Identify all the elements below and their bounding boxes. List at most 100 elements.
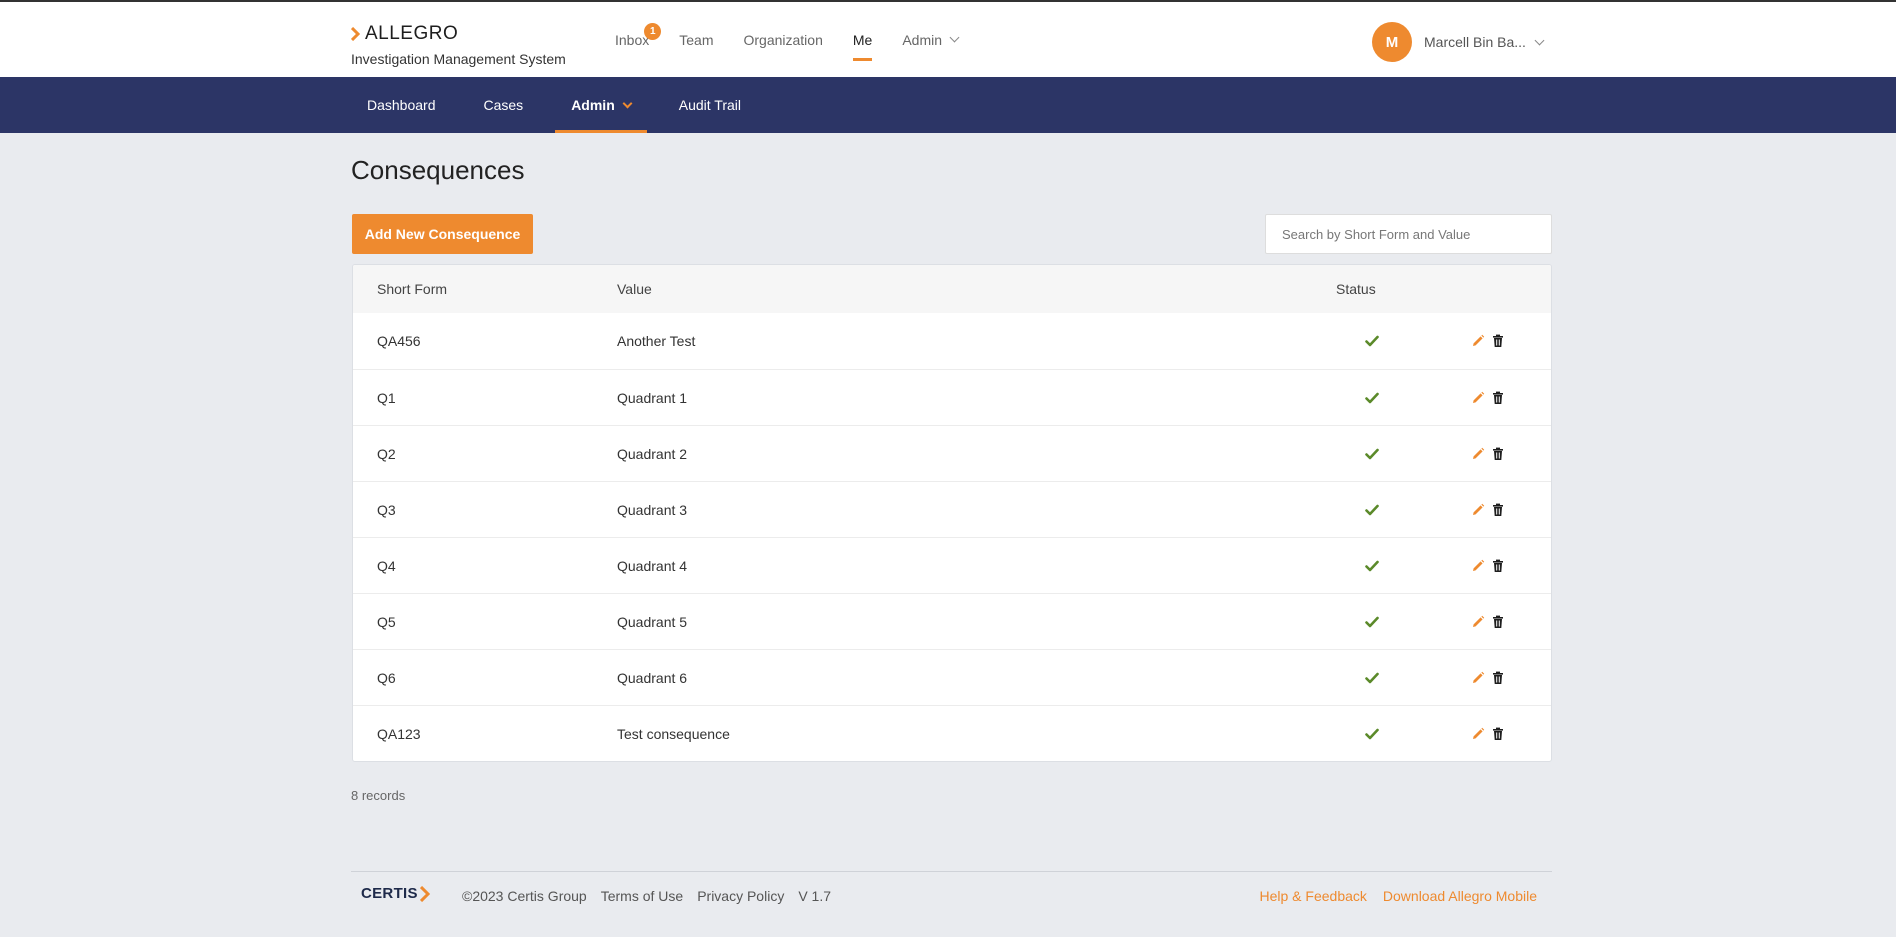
row-actions [1471,426,1505,482]
trash-icon[interactable] [1491,559,1505,573]
row-actions [1471,538,1505,594]
cell-short-form: Q2 [377,446,396,462]
consequences-table: Short Form Value Status QA456 Another Tes… [352,264,1552,762]
topnav-team[interactable]: Team [664,2,728,77]
trash-icon[interactable] [1491,334,1505,348]
table-row[interactable]: Q6 Quadrant 6 [353,649,1551,705]
pencil-icon[interactable] [1471,503,1485,517]
cell-value: Quadrant 5 [617,614,688,630]
app-subtitle: Investigation Management System [351,51,566,67]
check-icon [1365,313,1379,369]
topnav-admin-label: Admin [902,31,943,48]
cell-short-form: QA123 [377,726,421,742]
check-icon [1365,426,1379,482]
cell-short-form: Q4 [377,558,396,574]
chevron-down-icon [1534,35,1545,45]
topnav-inbox[interactable]: Inbox 1 [600,2,664,77]
subnav-audit-trail[interactable]: Audit Trail [663,77,757,133]
terms-of-use-link[interactable]: Terms of Use [601,888,683,904]
footer-divider [351,871,1552,872]
row-actions [1471,313,1505,369]
table-body: QA456 Another Test Q1 Quadrant 1 Q2 Quadrant … [353,313,1551,761]
logo-chevron-icon [351,27,361,41]
footer-links: ©2023 Certis Group Terms of Use Privacy … [462,888,831,904]
topnav-team-label: Team [679,31,714,48]
cell-value: Quadrant 1 [617,390,688,406]
table-row[interactable]: QA456 Another Test [353,313,1551,369]
top-bar: ALLEGRO Investigation Management System … [0,0,1896,77]
user-name: Marcell Bin Ba... [1424,34,1526,50]
avatar: M [1372,22,1412,62]
certis-logo-text: CERTIS [361,885,418,902]
cell-short-form: Q6 [377,670,396,686]
cell-short-form: Q3 [377,502,396,518]
trash-icon[interactable] [1491,615,1505,629]
subnav-dashboard-label: Dashboard [367,97,436,113]
header-value: Value [617,281,652,297]
footer-actions: Help & Feedback Download Allegro Mobile [1260,888,1538,904]
table-row[interactable]: Q4 Quadrant 4 [353,537,1551,593]
user-menu[interactable]: M Marcell Bin Ba... [1372,22,1545,62]
download-mobile-link[interactable]: Download Allegro Mobile [1383,888,1537,904]
footer-copyright: ©2023 Certis Group [462,888,587,904]
subnav-admin[interactable]: Admin [555,77,647,133]
topnav-organization[interactable]: Organization [728,2,837,77]
inbox-count-badge: 1 [644,23,662,40]
table-row[interactable]: QA123 Test consequence [353,705,1551,761]
row-actions [1471,706,1505,761]
page-title: Consequences [351,155,525,185]
pencil-icon[interactable] [1471,559,1485,573]
table-row[interactable]: Q5 Quadrant 5 [353,593,1551,649]
help-feedback-link[interactable]: Help & Feedback [1260,888,1367,904]
pencil-icon[interactable] [1471,727,1485,741]
cell-value: Quadrant 2 [617,446,688,462]
cell-short-form: QA456 [377,333,421,349]
search-input[interactable] [1265,214,1552,254]
add-new-consequence-button[interactable]: Add New Consequence [352,214,533,254]
topnav-me[interactable]: Me [838,2,887,77]
subnav-dashboard[interactable]: Dashboard [351,77,452,133]
header-short-form: Short Form [377,281,448,297]
chevron-down-icon [622,98,633,108]
subnav-cases-label: Cases [483,97,524,113]
cell-value: Another Test [617,333,696,349]
header-status: Status [1336,281,1376,297]
row-actions [1471,650,1505,706]
footer-version: V 1.7 [798,888,832,904]
subnav-admin-label: Admin [571,97,615,113]
table-row[interactable]: Q1 Quadrant 1 [353,369,1551,425]
check-icon [1365,370,1379,426]
topnav-organization-label: Organization [743,31,823,48]
table-row[interactable]: Q2 Quadrant 2 [353,425,1551,481]
trash-icon[interactable] [1491,727,1505,741]
subnav-cases[interactable]: Cases [468,77,540,133]
pencil-icon[interactable] [1471,615,1485,629]
trash-icon[interactable] [1491,447,1505,461]
logo-text: ALLEGRO [365,23,459,44]
cell-value: Quadrant 6 [617,670,688,686]
table-row[interactable]: Q3 Quadrant 3 [353,481,1551,537]
row-actions [1471,370,1505,426]
records-count: 8 records [351,788,406,803]
topnav-admin[interactable]: Admin [887,2,973,77]
certis-chevron-icon [419,885,430,902]
check-icon [1365,594,1379,650]
certis-logo: CERTIS [361,885,430,902]
cell-short-form: Q1 [377,390,396,406]
check-icon [1365,482,1379,538]
table-header: Short Form Value Status [353,265,1551,313]
top-nav: Inbox 1 Team Organization Me Admin [600,2,973,77]
secondary-nav: Dashboard Cases Admin Audit Trail [0,77,1896,133]
check-icon [1365,538,1379,594]
pencil-icon[interactable] [1471,671,1485,685]
cell-value: Quadrant 4 [617,558,688,574]
row-actions [1471,594,1505,650]
trash-icon[interactable] [1491,391,1505,405]
pencil-icon[interactable] [1471,447,1485,461]
app-logo[interactable]: ALLEGRO Investigation Management System [351,23,566,67]
privacy-policy-link[interactable]: Privacy Policy [697,888,784,904]
pencil-icon[interactable] [1471,391,1485,405]
trash-icon[interactable] [1491,503,1505,517]
pencil-icon[interactable] [1471,334,1485,348]
trash-icon[interactable] [1491,671,1505,685]
